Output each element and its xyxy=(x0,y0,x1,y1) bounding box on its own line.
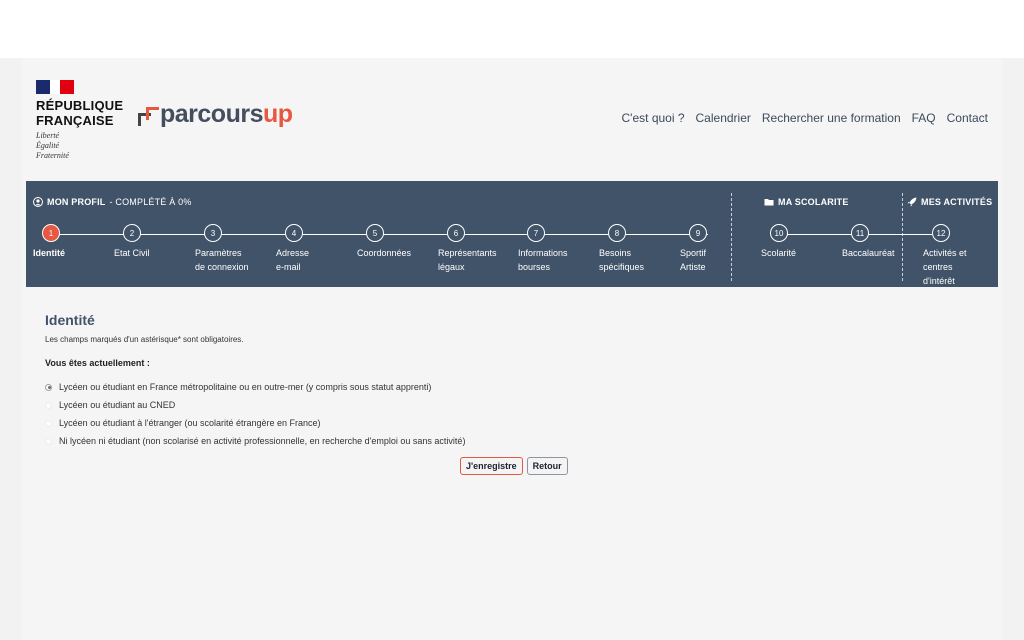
step-12-number: 12 xyxy=(932,224,950,242)
radio-cned[interactable] xyxy=(45,401,52,409)
status-question: Vous êtes actuellement : xyxy=(45,358,150,368)
profile-label: MON PROFIL xyxy=(47,197,106,207)
step-12-label: Activités et centres d'intérêt xyxy=(923,248,967,286)
step-6-representants[interactable]: 6 Représentants légaux xyxy=(438,224,508,274)
step-10-label: Scolarité xyxy=(761,248,797,258)
republique-line-2: FRANÇAISE xyxy=(36,113,114,128)
status-option-etranger[interactable]: Lycéen ou étudiant à l'étranger (ou scol… xyxy=(45,414,945,432)
step-7-label: Informations bourses xyxy=(518,248,568,272)
step-1-label: Identité xyxy=(33,248,66,258)
status-option-ni-lyceen-label[interactable]: Ni lycéen ni étudiant (non scolarisé en … xyxy=(59,436,465,446)
step-5-coordonnees[interactable]: 5 Coordonnées xyxy=(357,224,427,260)
nav-rechercher-formation[interactable]: Rechercher une formation xyxy=(762,111,901,125)
nav-cest-quoi[interactable]: C'est quoi ? xyxy=(622,111,685,125)
step-2-number: 2 xyxy=(123,224,141,242)
motto-fraternite: Fraternité xyxy=(36,151,69,160)
radio-etranger[interactable] xyxy=(45,419,52,427)
parcoursup-mark-icon xyxy=(138,101,160,129)
form-actions: J'enregistre Retour xyxy=(460,457,568,475)
republique-title: RÉPUBLIQUE FRANÇAISE xyxy=(36,98,146,128)
step-4-adresse-email[interactable]: 4 Adresse e-mail xyxy=(276,224,346,274)
step-6-label: Représentants légaux xyxy=(438,248,497,272)
section-ma-scolarite: MA SCOLARITE xyxy=(764,197,849,207)
status-option-france-label[interactable]: Lycéen ou étudiant en France métropolita… xyxy=(59,382,431,392)
step-8-label: Besoins spécifiques xyxy=(599,248,645,272)
step-3-label: Paramètres de connexion xyxy=(195,248,249,272)
step-5-label: Coordonnées xyxy=(357,248,412,258)
status-options: Lycéen ou étudiant en France métropolita… xyxy=(45,378,945,450)
step-1-identite[interactable]: 1 Identité xyxy=(33,224,103,260)
step-8-besoins-specifiques[interactable]: 8 Besoins spécifiques xyxy=(599,224,669,274)
top-navigation: C'est quoi ? Calendrier Rechercher une f… xyxy=(622,111,988,125)
republique-motto: Liberté Égalité Fraternité xyxy=(36,131,146,161)
nav-contact[interactable]: Contact xyxy=(947,111,988,125)
parcoursup-wordmark: parcoursup xyxy=(160,100,293,129)
nav-faq[interactable]: FAQ xyxy=(912,111,936,125)
section-mes-activites: MES ACTIVITÉS xyxy=(907,197,992,207)
republique-francaise-logo: RÉPUBLIQUE FRANÇAISE Liberté Égalité Fra… xyxy=(36,80,146,161)
step-4-label: Adresse e-mail xyxy=(276,248,310,272)
step-3-parametres[interactable]: 3 Paramètres de connexion xyxy=(195,224,265,274)
brand-left: parcours xyxy=(160,100,263,128)
step-9-sportif-artiste[interactable]: 9 Sportif Artiste xyxy=(680,224,750,274)
step-11-baccalaureat[interactable]: 11 Baccalauréat xyxy=(842,224,912,260)
step-8-number: 8 xyxy=(608,224,626,242)
status-option-etranger-label[interactable]: Lycéen ou étudiant à l'étranger (ou scol… xyxy=(59,418,321,428)
motto-liberte: Liberté xyxy=(36,131,60,140)
motto-egalite: Égalité xyxy=(36,141,60,150)
status-option-cned[interactable]: Lycéen ou étudiant au CNED xyxy=(45,396,945,414)
step-7-informations-bourses[interactable]: 7 Informations bourses xyxy=(518,224,588,274)
step-2-etat-civil[interactable]: 2 Etat Civil xyxy=(114,224,184,260)
step-11-number: 11 xyxy=(851,224,869,242)
marianne-flag-icon xyxy=(36,80,74,94)
step-10-scolarite[interactable]: 10 Scolarité xyxy=(761,224,831,260)
step-4-number: 4 xyxy=(285,224,303,242)
radio-ni-lyceen[interactable] xyxy=(45,437,52,445)
required-fields-hint: Les champs marqués d'un astérisque* sont… xyxy=(45,335,244,344)
rocket-icon xyxy=(907,197,917,207)
page-title: Identité xyxy=(45,312,95,328)
step-3-number: 3 xyxy=(204,224,222,242)
status-option-cned-label[interactable]: Lycéen ou étudiant au CNED xyxy=(59,400,175,410)
step-1-number: 1 xyxy=(42,224,60,242)
step-11-label: Baccalauréat xyxy=(842,248,895,258)
step-10-number: 10 xyxy=(770,224,788,242)
step-2-label: Etat Civil xyxy=(114,248,150,258)
profile-progress-band: MON PROFIL - COMPLÉTÉ À 0% MA SCOLARITE … xyxy=(26,181,998,287)
status-option-france[interactable]: Lycéen ou étudiant en France métropolita… xyxy=(45,378,945,396)
brand-right: up xyxy=(262,100,293,128)
step-12-activites[interactable]: 12 Activités et centres d'intérêt xyxy=(923,224,993,288)
identite-form: Identité Les champs marqués d'un astéris… xyxy=(45,312,945,450)
radio-france[interactable] xyxy=(45,383,52,391)
nav-calendrier[interactable]: Calendrier xyxy=(696,111,751,125)
section-mon-profil: MON PROFIL - COMPLÉTÉ À 0% xyxy=(33,197,192,207)
step-6-number: 6 xyxy=(447,224,465,242)
profile-completion: - COMPLÉTÉ À 0% xyxy=(109,197,192,207)
republique-line-1: RÉPUBLIQUE xyxy=(36,98,124,113)
status-option-ni-lyceen[interactable]: Ni lycéen ni étudiant (non scolarisé en … xyxy=(45,432,945,450)
save-button[interactable]: J'enregistre xyxy=(460,457,523,475)
activites-label: MES ACTIVITÉS xyxy=(921,197,993,207)
parcoursup-logo[interactable]: parcoursup xyxy=(138,100,293,129)
back-button[interactable]: Retour xyxy=(526,457,568,475)
scolarite-label: MA SCOLARITE xyxy=(778,197,849,207)
step-9-number: 9 xyxy=(689,224,707,242)
folder-icon xyxy=(764,199,774,206)
step-9-label: Sportif Artiste xyxy=(680,248,707,272)
user-circle-icon xyxy=(33,197,43,207)
step-7-number: 7 xyxy=(527,224,545,242)
step-5-number: 5 xyxy=(366,224,384,242)
